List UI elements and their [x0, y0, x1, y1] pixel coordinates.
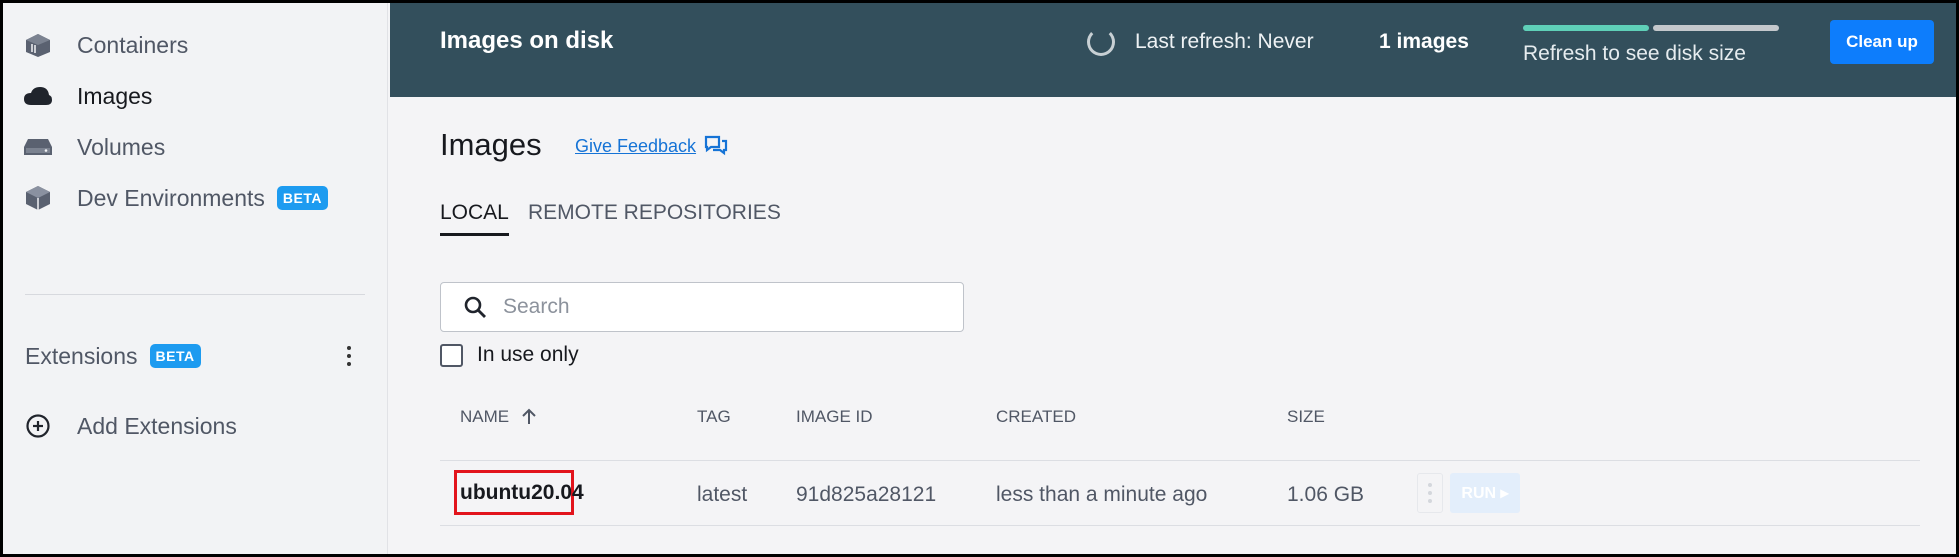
last-refresh-text: Last refresh: Never: [1135, 30, 1314, 53]
tab-remote-repositories[interactable]: REMOTE REPOSITORIES: [528, 201, 781, 233]
app-window: Containers Images Volumes Dev Environmen…: [0, 0, 1959, 557]
in-use-only-checkbox[interactable]: [440, 343, 463, 367]
sidebar-item-add-extensions[interactable]: Add Extensions: [21, 406, 237, 446]
sidebar-item-label: Containers: [77, 31, 189, 58]
cloud-icon: [21, 81, 55, 111]
header-bar: Images on disk Last refresh: Never 1 ima…: [390, 3, 1956, 97]
in-use-only-label: In use only: [477, 343, 579, 366]
sort-arrow-up-icon: [522, 408, 536, 424]
search-input[interactable]: [503, 295, 943, 319]
sidebar-item-label: Add Extensions: [77, 412, 237, 439]
sidebar-item-label: Volumes: [77, 133, 166, 160]
search-box: [440, 282, 964, 332]
column-header-image-id[interactable]: IMAGE ID: [796, 407, 873, 427]
cube-icon: [21, 183, 55, 213]
page-title: Images on disk: [440, 27, 614, 54]
disk-size-text: Refresh to see disk size: [1523, 42, 1746, 65]
beta-badge: BETA: [149, 344, 201, 368]
image-created: less than a minute ago: [996, 483, 1208, 506]
tab-local[interactable]: LOCAL: [440, 201, 509, 236]
column-header-tag[interactable]: TAG: [697, 407, 731, 427]
image-name[interactable]: ubuntu20.04: [460, 481, 584, 505]
section-heading: Images: [440, 127, 542, 162]
column-header-created[interactable]: CREATED: [996, 407, 1076, 427]
run-button[interactable]: RUN ▸: [1450, 473, 1520, 513]
plus-circle-icon: [21, 411, 55, 441]
main-content: Images Give Feedback LOCAL REMOTE REPOSI…: [390, 97, 1956, 554]
sidebar-item-volumes[interactable]: Volumes: [21, 127, 165, 167]
in-use-only-filter[interactable]: In use only: [440, 343, 579, 367]
drive-icon: [21, 132, 55, 162]
image-size: 1.06 GB: [1287, 483, 1365, 506]
sidebar-divider: [25, 294, 365, 295]
more-options-icon[interactable]: [339, 341, 359, 371]
clean-up-button[interactable]: Clean up: [1830, 20, 1934, 64]
feedback-label: Give Feedback: [575, 135, 697, 156]
column-header-name[interactable]: NAME: [460, 407, 539, 427]
sidebar-item-images[interactable]: Images: [21, 76, 152, 116]
beta-badge: BETA: [276, 186, 328, 210]
extensions-label: Extensions: [25, 342, 138, 369]
column-header-size[interactable]: SIZE: [1287, 407, 1325, 427]
sidebar-item-containers[interactable]: Containers: [21, 25, 188, 65]
disk-usage-bar: [1523, 25, 1783, 31]
image-tag: latest: [697, 483, 748, 506]
sidebar: Containers Images Volumes Dev Environmen…: [3, 3, 388, 554]
image-count: 1 images: [1379, 30, 1469, 53]
give-feedback-link[interactable]: Give Feedback: [575, 135, 728, 157]
row-more-options-icon[interactable]: [1417, 473, 1443, 513]
sidebar-item-label: Dev Environments: [77, 184, 265, 211]
sidebar-extensions-header: Extensions BETA: [25, 336, 201, 376]
search-icon: [464, 296, 486, 318]
sidebar-item-label: Images: [77, 82, 153, 109]
image-id: 91d825a28121: [796, 483, 937, 506]
table-divider: [440, 460, 1920, 461]
feedback-chat-icon: [704, 135, 728, 156]
table-divider: [440, 525, 1920, 526]
sidebar-item-dev-environments[interactable]: Dev Environments BETA: [21, 178, 328, 218]
containers-icon: [21, 30, 55, 60]
loading-spinner-icon: [1087, 28, 1115, 56]
